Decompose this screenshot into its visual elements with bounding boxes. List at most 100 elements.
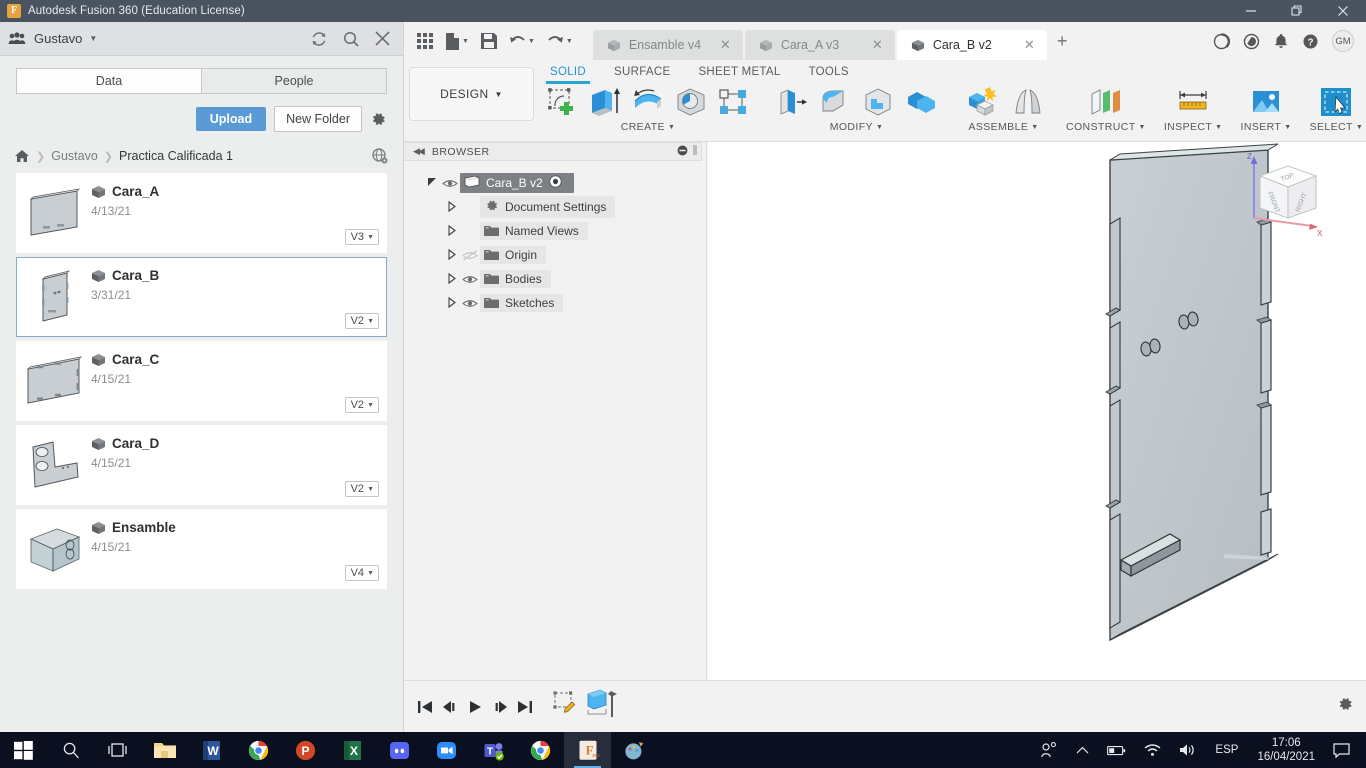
step-forward-icon[interactable]: [487, 691, 512, 723]
google-chrome-2[interactable]: [517, 732, 564, 768]
battery-icon[interactable]: [1098, 732, 1135, 768]
document-tab-cara-a[interactable]: Cara_A v3 ✕: [744, 30, 895, 60]
tree-node-document-settings[interactable]: Document Settings: [404, 195, 706, 219]
skip-to-end-icon[interactable]: [512, 691, 537, 723]
taskbar-search[interactable]: [47, 732, 94, 768]
microsoft-excel[interactable]: X: [329, 732, 376, 768]
ribbon-group-label[interactable]: INSPECT ▼: [1164, 121, 1223, 133]
visibility-eye-icon[interactable]: [460, 298, 480, 309]
chevron-right-icon[interactable]: [444, 296, 460, 310]
hole-icon[interactable]: [671, 83, 711, 121]
file-explorer[interactable]: [141, 732, 188, 768]
press-pull-icon[interactable]: [772, 83, 812, 121]
microsoft-powerpoint[interactable]: P: [282, 732, 329, 768]
chevron-right-icon[interactable]: [444, 272, 460, 286]
language-indicator[interactable]: ESP: [1206, 744, 1247, 756]
ribbon-group-label[interactable]: CREATE ▼: [621, 121, 676, 133]
app-grid-icon[interactable]: [411, 22, 439, 60]
version-dropdown[interactable]: V2 ▼: [344, 313, 379, 329]
search-icon[interactable]: [342, 30, 360, 48]
bell-icon[interactable]: [1273, 33, 1289, 50]
new-document-tab-button[interactable]: +: [1049, 31, 1076, 52]
discord[interactable]: [376, 732, 423, 768]
tree-node-sketches[interactable]: Sketches: [404, 291, 706, 315]
view-cube[interactable]: Z X TOP FRONT RIGHT: [1238, 146, 1328, 238]
close-icon[interactable]: ✕: [1024, 37, 1035, 53]
tree-node-named-views[interactable]: Named Views: [404, 219, 706, 243]
timeline-settings-icon[interactable]: [1336, 695, 1366, 718]
select-window-icon[interactable]: [1313, 83, 1359, 121]
tab-data[interactable]: Data: [16, 68, 201, 94]
tree-node-origin[interactable]: Origin: [404, 243, 706, 267]
microsoft-teams[interactable]: T: [470, 732, 517, 768]
tree-node-root[interactable]: Cara_B v2: [404, 171, 706, 195]
create-sketch-icon[interactable]: [542, 83, 582, 121]
ribbon-group-label[interactable]: MODIFY ▼: [830, 121, 884, 133]
breadcrumb-item-current[interactable]: Practica Calificada 1: [119, 149, 233, 163]
version-dropdown[interactable]: V4 ▼: [344, 565, 379, 581]
clock[interactable]: 17:06 16/04/2021: [1247, 736, 1325, 764]
new-folder-button[interactable]: New Folder: [274, 106, 362, 132]
redo-icon[interactable]: ▼: [541, 22, 579, 60]
maximize-button[interactable]: [1274, 0, 1320, 22]
avatar[interactable]: GM: [1332, 30, 1354, 52]
start-button[interactable]: [0, 732, 47, 768]
step-back-icon[interactable]: [437, 691, 462, 723]
ribbon-tab-surface[interactable]: SURFACE: [600, 60, 684, 83]
sketch-feature-icon[interactable]: [551, 689, 581, 724]
new-file-icon[interactable]: ▼: [439, 22, 475, 60]
revolve-icon[interactable]: [628, 83, 668, 121]
zoom-meetings[interactable]: [423, 732, 470, 768]
close-button[interactable]: [1320, 0, 1366, 22]
google-chrome[interactable]: [235, 732, 282, 768]
ribbon-tab-tools[interactable]: TOOLS: [795, 60, 863, 83]
canvas-3d-viewport[interactable]: Z X TOP FRONT RIGHT: [708, 142, 1366, 732]
tab-people[interactable]: People: [201, 68, 387, 94]
pattern-icon[interactable]: [714, 83, 754, 121]
shell-icon[interactable]: [858, 83, 898, 121]
wifi-icon[interactable]: [1135, 732, 1170, 768]
chevron-right-icon[interactable]: [444, 224, 460, 238]
undo-icon[interactable]: ▼: [503, 22, 541, 60]
measure-icon[interactable]: [1170, 83, 1216, 121]
extrude-icon[interactable]: [585, 83, 625, 121]
people-share-icon[interactable]: [1031, 732, 1067, 768]
list-item[interactable]: Cara_D 4/15/21 V2 ▼: [16, 425, 387, 505]
ribbon-tab-sheet-metal[interactable]: SHEET METAL: [684, 60, 794, 83]
insert-mcmaster-icon[interactable]: [1243, 83, 1289, 121]
minus-circle-icon[interactable]: [677, 143, 688, 161]
list-item[interactable]: Cara_A 4/13/21 V3 ▼: [16, 173, 387, 253]
breadcrumb-item-gustavo[interactable]: Gustavo: [51, 149, 98, 163]
document-tab-cara-b[interactable]: Cara_B v2 ✕: [896, 30, 1047, 60]
new-component-icon[interactable]: [959, 83, 1005, 121]
version-dropdown[interactable]: V3 ▼: [344, 229, 379, 245]
globe-share-icon[interactable]: [371, 147, 389, 165]
fusion-360[interactable]: F 360: [564, 732, 611, 768]
grip-icon[interactable]: [693, 143, 697, 161]
close-icon[interactable]: ✕: [720, 37, 731, 53]
offset-plane-icon[interactable]: [1083, 83, 1129, 121]
volume-icon[interactable]: [1170, 732, 1206, 768]
visibility-eye-off-icon[interactable]: [460, 250, 480, 261]
paint-3d[interactable]: [611, 732, 658, 768]
help-icon[interactable]: ?: [1302, 33, 1319, 50]
version-dropdown[interactable]: V2 ▼: [344, 481, 379, 497]
microsoft-word[interactable]: W: [188, 732, 235, 768]
show-hidden-icons[interactable]: [1067, 732, 1098, 768]
chevron-down-icon[interactable]: ▼: [89, 34, 97, 43]
ribbon-group-label[interactable]: SELECT ▼: [1310, 121, 1364, 133]
expand-arrow-icon[interactable]: [424, 177, 440, 190]
list-item[interactable]: Cara_B 3/31/21 V2 ▼: [16, 257, 387, 337]
ribbon-tab-solid[interactable]: SOLID: [536, 60, 600, 84]
fillet-icon[interactable]: [815, 83, 855, 121]
close-panel-icon[interactable]: [374, 30, 391, 47]
extensions-icon[interactable]: [1213, 32, 1231, 50]
action-center-icon[interactable]: [1325, 732, 1362, 768]
ribbon-group-label[interactable]: ASSEMBLE ▼: [968, 121, 1038, 133]
minimize-button[interactable]: [1228, 0, 1274, 22]
upload-button[interactable]: Upload: [195, 107, 267, 131]
play-icon[interactable]: [462, 691, 487, 723]
document-tab-ensamble[interactable]: Ensamble v4 ✕: [592, 30, 743, 60]
combine-icon[interactable]: [901, 83, 941, 121]
refresh-icon[interactable]: [310, 30, 328, 48]
